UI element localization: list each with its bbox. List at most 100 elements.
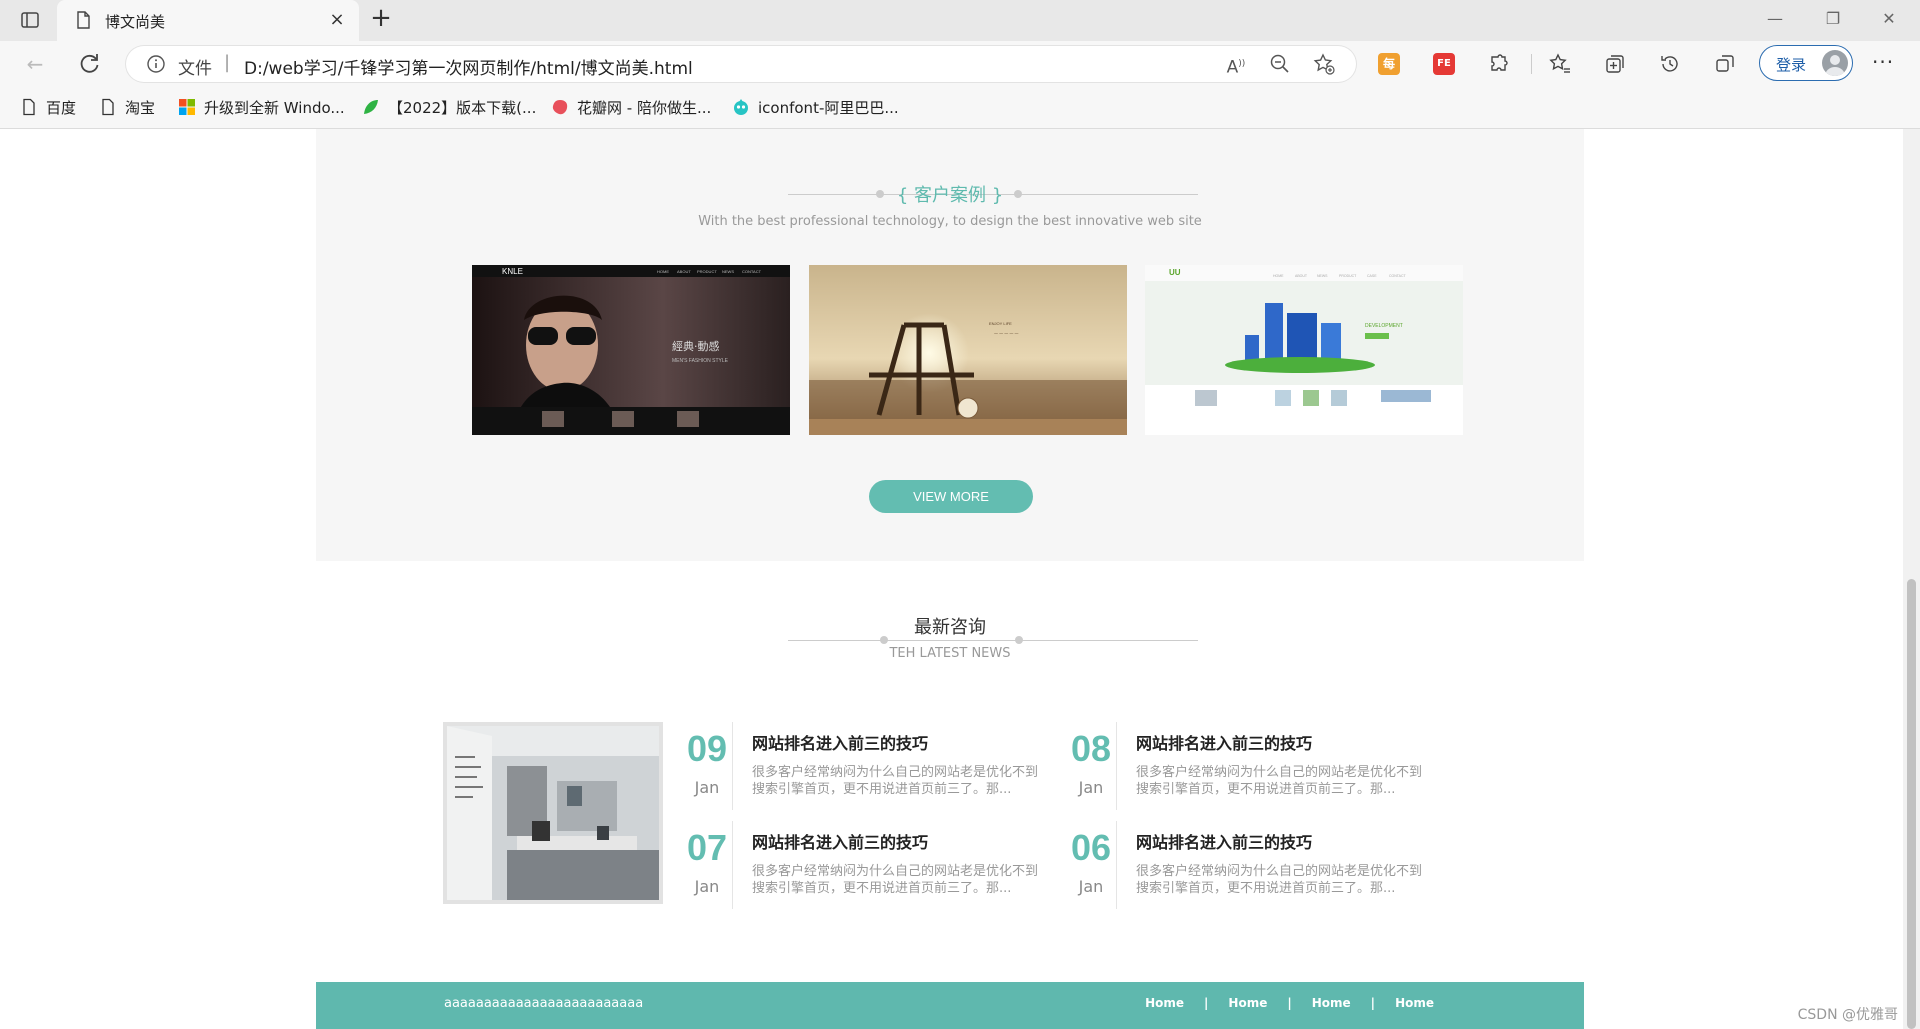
browser-chrome: 博文尚美 × + — ❐ ✕ ← 文件 | D:/web学习/千锋学习第一次网页… <box>0 0 1920 129</box>
news-section-header: 最新咨询 TEH LATEST NEWS <box>316 609 1584 669</box>
news-divider <box>732 821 733 909</box>
url-text[interactable]: D:/web学习/千锋学习第一次网页制作/html/博文尚美.html <box>244 54 693 79</box>
svg-text:ABOUT: ABOUT <box>1295 274 1308 278</box>
new-tab-button[interactable]: + <box>368 5 394 32</box>
svg-text:KNLE: KNLE <box>502 267 523 276</box>
page-footer: aaaaaaaaaaaaaaaaaaaaaaaaa Home | Home | … <box>316 982 1584 1029</box>
news-item[interactable]: 07 Jan 网站排名进入前三的技巧 很多客户经常纳闷为什么自己的网站老是优化不… <box>682 821 1042 909</box>
bookmark-label: 【2022】版本下载(... <box>388 98 537 117</box>
back-arrow-icon[interactable]: ← <box>21 50 49 78</box>
svg-text:ENJOY LIFE: ENJOY LIFE <box>989 321 1012 326</box>
news-month: Jan <box>1078 778 1104 797</box>
read-aloud-icon[interactable]: A)) <box>1224 52 1248 78</box>
case-thumbnail: UU HOME ABOUT NEWS PRODUCT CASE CONTACT DEVEL… <box>1145 265 1463 435</box>
bookmark-baidu[interactable]: 百度 <box>20 95 76 119</box>
info-icon[interactable] <box>146 54 166 74</box>
case-image-fashion[interactable]: KNLE HOME ABOUT PRODUCT NEWS CONTACT 經典·動感 M… <box>472 265 790 435</box>
bookmark-huaban[interactable]: 花瓣网 - 陪你做生... <box>551 95 711 119</box>
view-more-button[interactable]: VIEW MORE <box>869 480 1033 513</box>
case-image-chair[interactable]: ENJOY LIFE 一 一 一 一 一 <box>809 265 1127 435</box>
file-scheme-label: 文件 <box>178 59 212 79</box>
page-scrollbar[interactable] <box>1903 129 1920 1029</box>
news-title[interactable]: 网站排名进入前三的技巧 <box>752 730 928 754</box>
cases-section: { 客户案例 } With the best professional tech… <box>316 129 1584 561</box>
settings-more-button[interactable]: ··· <box>1872 50 1894 74</box>
file-icon <box>102 98 114 116</box>
history-icon[interactable] <box>1658 52 1682 76</box>
bookmarks-bar: 百度 淘宝 升级到全新 Windo... 【2022】版本下载(... 花瓣网 … <box>0 86 1920 129</box>
title-line <box>788 640 1198 641</box>
avatar <box>1822 50 1848 76</box>
news-day: 07 <box>686 827 728 868</box>
news-item[interactable]: 08 Jan 网站排名进入前三的技巧 很多客户经常纳闷为什么自己的网站老是优化不… <box>1066 722 1426 810</box>
extensions-puzzle-icon[interactable] <box>1487 52 1511 76</box>
footer-link-home[interactable]: Home <box>1375 996 1454 1010</box>
tab-close-button[interactable]: × <box>327 9 347 30</box>
restore-button[interactable]: ❐ <box>1818 6 1848 32</box>
news-heading: 最新咨询 <box>914 617 986 638</box>
svg-text:NEWS: NEWS <box>722 269 734 274</box>
tab-active[interactable]: 博文尚美 × <box>57 0 359 41</box>
footer-link-home[interactable]: Home <box>1292 996 1371 1010</box>
news-day: 09 <box>686 728 728 769</box>
svg-text:ABOUT: ABOUT <box>677 269 691 274</box>
footer-link-home[interactable]: Home <box>1125 996 1204 1010</box>
leaf-icon <box>364 100 378 114</box>
scroll-thumb[interactable] <box>1907 579 1916 1029</box>
news-item[interactable]: 06 Jan 网站排名进入前三的技巧 很多客户经常纳闷为什么自己的网站老是优化不… <box>1066 821 1426 909</box>
bookmark-windows[interactable]: 升级到全新 Windo... <box>178 95 345 119</box>
tab-strip: 博文尚美 × + — ❐ ✕ <box>0 0 1920 41</box>
bookmark-label: 升级到全新 Windo... <box>204 98 345 117</box>
page-viewport: { 客户案例 } With the best professional tech… <box>0 129 1920 1029</box>
refresh-icon[interactable] <box>76 50 104 78</box>
file-icon <box>77 11 90 29</box>
favorite-add-icon[interactable] <box>1312 52 1336 76</box>
address-bar[interactable]: 文件 | D:/web学习/千锋学习第一次网页制作/html/博文尚美.html… <box>126 46 1356 82</box>
news-photo[interactable] <box>443 722 663 904</box>
bookmark-label: 花瓣网 - 陪你做生... <box>577 98 712 117</box>
collections-icon[interactable] <box>1603 52 1627 76</box>
bookmark-label: 百度 <box>46 98 77 117</box>
news-title[interactable]: 网站排名进入前三的技巧 <box>752 829 928 853</box>
svg-text:PRODUCT: PRODUCT <box>697 269 717 274</box>
file-icon <box>23 98 35 116</box>
svg-text:MEN'S FASHION STYLE: MEN'S FASHION STYLE <box>672 358 729 364</box>
news-desc: 很多客户经常纳闷为什么自己的网站老是优化不到搜索引擎首页，更不用说进首页前三了。… <box>752 765 1039 797</box>
cases-heading: { 客户案例 } <box>896 185 1004 206</box>
svg-text:一 一 一 一 一: 一 一 一 一 一 <box>994 331 1018 336</box>
huaban-icon <box>552 100 568 115</box>
svg-text:UU: UU <box>1169 268 1181 277</box>
case-image-factory[interactable]: UU HOME ABOUT NEWS PRODUCT CASE CONTACT DEVEL… <box>1145 265 1463 435</box>
iconfont-icon <box>734 99 748 115</box>
news-title[interactable]: 网站排名进入前三的技巧 <box>1136 829 1312 853</box>
favorites-icon[interactable] <box>1548 52 1572 76</box>
footer-link-home[interactable]: Home <box>1208 996 1287 1010</box>
news-item[interactable]: 09 Jan 网站排名进入前三的技巧 很多客户经常纳闷为什么自己的网站老是优化不… <box>682 722 1042 810</box>
login-button[interactable]: 登录 <box>1759 45 1853 81</box>
news-month: Jan <box>694 778 720 797</box>
bookmark-iconfont[interactable]: iconfont-阿里巴巴... <box>732 95 899 119</box>
bookmark-taobao[interactable]: 淘宝 <box>99 95 155 119</box>
news-month: Jan <box>694 877 720 896</box>
minimize-button[interactable]: — <box>1760 6 1790 32</box>
workspaces-icon[interactable] <box>1713 52 1737 76</box>
news-title[interactable]: 网站排名进入前三的技巧 <box>1136 730 1312 754</box>
news-month: Jan <box>1078 877 1104 896</box>
news-divider <box>732 722 733 810</box>
extension-fe-icon[interactable]: FE <box>1433 53 1455 75</box>
footer-links: Home | Home | Home | Home <box>1125 996 1454 1010</box>
office-photo <box>447 726 659 900</box>
news-desc: 很多客户经常纳闷为什么自己的网站老是优化不到搜索引擎首页，更不用说进首页前三了。… <box>1136 864 1423 896</box>
svg-text:PRODUCT: PRODUCT <box>1339 274 1357 278</box>
footer-text: aaaaaaaaaaaaaaaaaaaaaaaaa <box>444 996 644 1011</box>
bookmark-download[interactable]: 【2022】版本下载(... <box>362 95 536 119</box>
news-subheading: TEH LATEST NEWS <box>889 646 1011 661</box>
sidebar-toggle-icon[interactable] <box>20 10 40 30</box>
news-day: 06 <box>1070 827 1112 868</box>
user-icon <box>1825 55 1845 76</box>
zoom-out-icon[interactable] <box>1268 52 1292 76</box>
extension-mei-icon[interactable]: 每 <box>1378 53 1400 75</box>
bookmark-label: 淘宝 <box>125 98 156 117</box>
window-close-button[interactable]: ✕ <box>1874 6 1904 32</box>
navigation-bar: ← 文件 | D:/web学习/千锋学习第一次网页制作/html/博文尚美.ht… <box>0 41 1920 86</box>
